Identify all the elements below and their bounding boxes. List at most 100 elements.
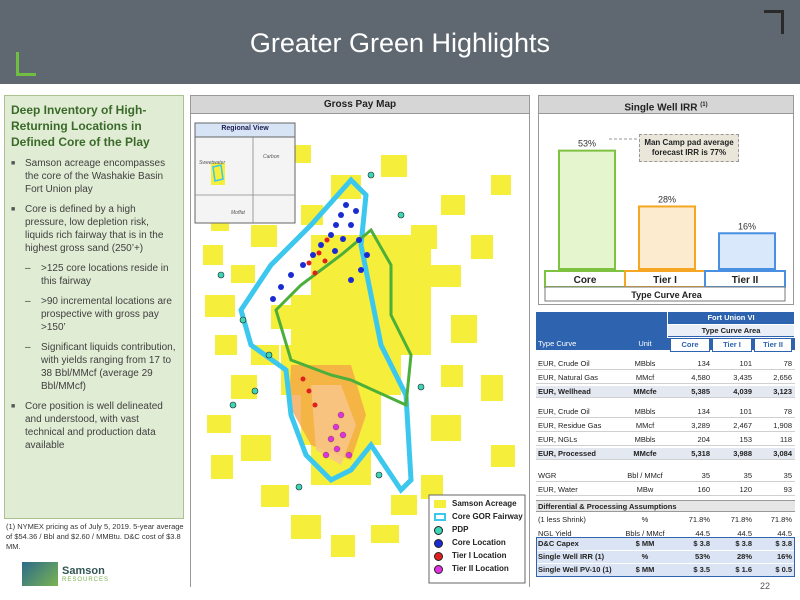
- table-header-row: Type Curve Unit Core Tier I Tier II: [536, 338, 795, 352]
- inset-title: Regional View: [221, 125, 269, 132]
- legend-label: Tier II Location: [452, 564, 509, 573]
- table-cell: 35: [701, 471, 710, 480]
- table-row: EUR, Natural Gas MMcf 4,580 3,435 2,656: [536, 372, 795, 384]
- table-cell: 134: [697, 359, 710, 368]
- irr-axis-label: Type Curve Area: [631, 290, 702, 300]
- table-cell: 4,580: [691, 373, 710, 382]
- table-cell: MMcf: [635, 373, 655, 382]
- table-cell: 160: [697, 485, 710, 494]
- table-cell: 71.8%: [770, 515, 792, 524]
- table-cell: 1,908: [773, 421, 792, 430]
- table-cell: (1 less Shrink): [538, 515, 586, 524]
- table-row: EUR, Crude Oil MBbls 134 101 78: [536, 406, 795, 418]
- table-cell: MMcfe: [633, 449, 657, 458]
- legend-label: PDP: [452, 525, 469, 534]
- table-cell: 5,385: [691, 387, 710, 396]
- table-header-cell: Tier I: [712, 338, 752, 352]
- irr-title: Single Well IRR: [624, 102, 698, 114]
- legend-item: Samson Acreage: [432, 498, 524, 511]
- single-well-irr-panel: Single Well IRR (1) 53% Core 28% Tier I 16% T…: [538, 95, 794, 305]
- irr-title-bar: Single Well IRR (1): [539, 96, 793, 114]
- table-cell: 153: [739, 435, 752, 444]
- irr-bar-core: [558, 149, 616, 271]
- logo-mark-icon: [22, 562, 58, 586]
- table-header-cell: Unit: [638, 339, 652, 348]
- irr-bar-tier-ii: [718, 232, 776, 271]
- legend-label: Core GOR Fairway: [452, 512, 523, 521]
- legend-swatch: [434, 513, 446, 521]
- table-cell: 93: [783, 485, 792, 494]
- table-cell: 2,656: [773, 373, 792, 382]
- company-logo: Samson RESOURCES: [22, 560, 132, 588]
- table-cell: 4,039: [733, 387, 752, 396]
- table-cell: 35: [743, 471, 752, 480]
- left-panel: Deep Inventory of High-Returning Locatio…: [4, 95, 184, 519]
- table-cell: 78: [783, 359, 792, 368]
- legend-swatch: [434, 500, 446, 508]
- left-panel-heading: Deep Inventory of High-Returning Locatio…: [11, 103, 150, 149]
- legend-item: Tier I Location: [432, 550, 524, 563]
- irr-callout: Man Camp pad average forecast IRR is 77%: [639, 134, 739, 162]
- table-cell: MMcf: [635, 421, 655, 430]
- irr-category-label: Core: [574, 275, 597, 286]
- table-cell: 204: [697, 435, 710, 444]
- legend-item: Core GOR Fairway: [432, 511, 524, 524]
- legend-swatch: [434, 526, 443, 535]
- table-row: WGR Bbl / MMcf 35 35 35: [536, 470, 795, 482]
- table-header-cell: Tier II: [754, 338, 792, 352]
- table-cell: 101: [739, 359, 752, 368]
- table-cell: MBbls: [634, 407, 656, 416]
- table-group-header: Type Curve Area: [668, 325, 794, 337]
- bullet-2: Core is defined by a high pressure, low …: [11, 203, 177, 255]
- irr-category-label: Tier II: [732, 275, 759, 286]
- legend-item: Tier II Location: [432, 563, 524, 576]
- table-cell: MMcfe: [633, 387, 657, 396]
- table-cell: 71.8%: [730, 515, 752, 524]
- table-row: EUR, Water MBw 160 120 93: [536, 484, 795, 496]
- slide-header: Greater Green Highlights: [0, 0, 800, 84]
- legend-swatch: [434, 539, 443, 548]
- table-row: EUR, Wellhead MMcfe 5,385 4,039 3,123: [536, 386, 795, 398]
- slide-title: Greater Green Highlights: [249, 28, 551, 58]
- legend-swatch: [434, 552, 443, 561]
- regional-view-inset: [194, 122, 296, 224]
- irr-title-sup: (1): [700, 102, 708, 108]
- table-cell: 3,084: [773, 449, 792, 458]
- irr-value-label: 28%: [658, 194, 676, 204]
- table-row: EUR, NGLs MBbls 204 153 118: [536, 434, 795, 446]
- footnote: (1) NYMEX pricing as of July 5, 2019. 5-…: [6, 522, 184, 551]
- table-cell: EUR, Crude Oil: [538, 359, 590, 368]
- table-row: EUR, Crude Oil MBbls 134 101 78: [536, 358, 795, 370]
- table-cell: 3,289: [691, 421, 710, 430]
- legend-item: PDP: [432, 524, 524, 537]
- table-cell: 101: [739, 407, 752, 416]
- table-cell: 5,318: [691, 449, 710, 458]
- table-cell: 134: [697, 407, 710, 416]
- bullet-1: Samson acreage encompasses the core of t…: [11, 157, 177, 196]
- legend-swatch: [434, 565, 443, 574]
- table-cell: EUR, Crude Oil: [538, 407, 590, 416]
- table-cell: MBbls: [634, 435, 656, 444]
- legend-label: Tier I Location: [452, 551, 507, 560]
- table-cell: EUR, Processed: [538, 449, 596, 458]
- table-cell: MBw: [636, 485, 654, 494]
- table-cell: 3,123: [773, 387, 792, 396]
- table-cell: 120: [739, 485, 752, 494]
- table-cell: 2,467: [733, 421, 752, 430]
- logo-subtext: RESOURCES: [62, 577, 110, 583]
- table-cell: EUR, Water: [538, 485, 578, 494]
- sub-bullet-3: Significant liquids contribution, with y…: [11, 341, 177, 393]
- inset-label-sweetwater: Sweetwater: [199, 160, 226, 166]
- table-header-cell: Core: [670, 338, 710, 352]
- sub-bullet-2: >90 incremental locations are prospectiv…: [11, 295, 177, 334]
- table-cell: MBbls: [634, 359, 656, 368]
- irr-value-label: 53%: [578, 139, 596, 149]
- table-cell: 78: [783, 407, 792, 416]
- table-cell: Bbl / MMcf: [627, 471, 663, 480]
- table-summary-box: [536, 537, 795, 577]
- table-row: EUR, Residue Gas MMcf 3,289 2,467 1,908: [536, 420, 795, 432]
- irr-category-label: Tier I: [653, 275, 677, 286]
- logo-text: Samson: [62, 565, 105, 577]
- map-legend: Samson Acreage Core GOR Fairway PDP Core Lo…: [432, 498, 524, 576]
- table-cell: %: [641, 515, 649, 524]
